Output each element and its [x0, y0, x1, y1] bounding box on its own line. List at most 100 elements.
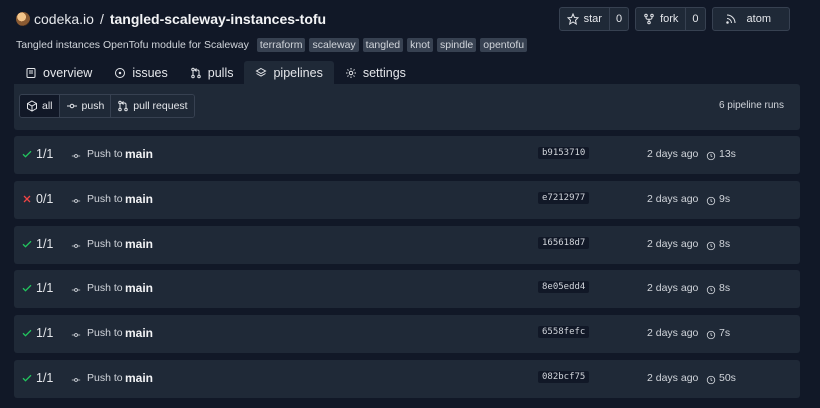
workflow-ratio: 0/1	[36, 192, 54, 206]
branch-name[interactable]: main	[125, 326, 153, 340]
book-icon	[25, 67, 37, 79]
workflow-ratio: 1/1	[36, 326, 54, 340]
topic-tag[interactable]: scaleway	[309, 38, 359, 52]
git-pull-request-icon	[190, 67, 202, 79]
repo-description: Tangled instances OpenTofu module for Sc…	[16, 37, 531, 53]
trigger-text: Push to	[87, 282, 123, 294]
pipeline-row[interactable]: 1/1 Push to main 082bcf75 2 days ago 50s	[14, 360, 800, 398]
run-duration: 50s	[719, 372, 736, 384]
git-commit-icon	[71, 239, 81, 249]
layers-icon	[255, 67, 268, 79]
run-timestamp: 2 days ago	[647, 372, 699, 384]
clock-icon	[706, 194, 716, 206]
branch-name[interactable]: main	[125, 281, 153, 295]
git-fork-icon	[643, 13, 655, 25]
pipeline-filter-bar: all push pull request 6 pipeline runs	[14, 84, 800, 130]
tab-pulls[interactable]: pulls	[179, 61, 245, 85]
topic-tag[interactable]: spindle	[436, 38, 477, 52]
clock-icon	[706, 373, 716, 385]
rss-icon	[725, 13, 737, 25]
tab-settings[interactable]: settings	[334, 61, 417, 85]
path-separator: /	[99, 11, 104, 27]
trigger-text: Push to	[87, 327, 123, 339]
topic-tag[interactable]: opentofu	[480, 38, 528, 52]
branch-name[interactable]: main	[125, 192, 153, 206]
pipeline-row[interactable]: 1/1 Push to main 6558fefc 2 days ago 7s	[14, 315, 800, 353]
check-icon	[21, 238, 33, 250]
trigger-text: Push to	[87, 193, 123, 205]
pipeline-row[interactable]: 0/1 Push to main e7212977 2 days ago 9s	[14, 181, 800, 219]
tab-label: pipelines	[273, 66, 323, 80]
trigger-text: Push to	[87, 372, 123, 384]
fork-button[interactable]: fork 0	[635, 7, 706, 31]
git-commit-icon	[66, 100, 78, 112]
topic-tag[interactable]: tangled	[362, 38, 404, 52]
workflow-ratio: 1/1	[36, 237, 54, 251]
git-commit-icon	[71, 149, 81, 159]
topic-tag[interactable]: knot	[407, 38, 433, 52]
workflow-ratio: 1/1	[36, 281, 54, 295]
commit-sha[interactable]: b9153710	[538, 147, 590, 159]
pipeline-run-count: 6 pipeline runs	[718, 100, 784, 111]
run-duration: 8s	[719, 238, 731, 250]
pipeline-row[interactable]: 1/1 Push to main 165618d7 2 days ago 8s	[14, 226, 800, 264]
run-timestamp: 2 days ago	[647, 148, 699, 160]
run-timestamp: 2 days ago	[647, 327, 699, 339]
run-duration: 9s	[719, 193, 731, 205]
filter-all[interactable]: all	[20, 95, 59, 117]
star-icon	[566, 13, 579, 25]
branch-name[interactable]: main	[125, 147, 153, 161]
git-pull-request-icon	[117, 100, 129, 112]
run-timestamp: 2 days ago	[647, 238, 699, 250]
clock-icon	[706, 328, 716, 340]
star-count: 0	[608, 8, 628, 30]
clock-icon	[706, 239, 716, 251]
check-icon	[21, 282, 33, 294]
filter-pull-request[interactable]: pull request	[110, 95, 194, 117]
atom-label: atom	[746, 13, 771, 25]
commit-sha[interactable]: 6558fefc	[538, 326, 590, 338]
check-icon	[21, 148, 33, 160]
commit-sha[interactable]: 8e05edd4	[538, 281, 590, 293]
pipeline-row[interactable]: 1/1 Push to main b9153710 2 days ago 13s	[14, 136, 800, 174]
owner-avatar[interactable]	[16, 12, 30, 26]
trigger-text: Push to	[87, 148, 123, 160]
atom-feed-button[interactable]: atom	[711, 7, 790, 31]
star-button[interactable]: star 0	[558, 7, 630, 31]
branch-name[interactable]: main	[125, 237, 153, 251]
run-duration: 8s	[719, 282, 731, 294]
git-commit-icon	[71, 328, 81, 338]
run-duration: 13s	[719, 148, 736, 160]
x-icon	[21, 193, 33, 205]
topic-tag[interactable]: terraform	[256, 38, 306, 52]
tab-issues[interactable]: issues	[103, 61, 178, 85]
workflow-ratio: 1/1	[36, 147, 54, 161]
tab-label: overview	[43, 66, 93, 80]
commit-sha[interactable]: 165618d7	[538, 237, 590, 249]
repo-header: codeka.io / tangled-scaleway-instances-t…	[16, 7, 790, 31]
commit-sha[interactable]: e7212977	[538, 192, 590, 204]
tab-label: issues	[132, 66, 168, 80]
filter-push[interactable]: push	[58, 95, 111, 117]
tab-pipelines[interactable]: pipelines	[244, 61, 334, 85]
tab-overview[interactable]: overview	[14, 61, 103, 85]
circle-dot-icon	[114, 67, 126, 79]
tab-label: settings	[362, 66, 406, 80]
check-icon	[21, 372, 33, 384]
run-duration: 7s	[719, 327, 731, 339]
owner-link[interactable]: codeka.io	[34, 11, 94, 27]
commit-sha[interactable]: 082bcf75	[538, 371, 590, 383]
branch-name[interactable]: main	[125, 371, 153, 385]
git-commit-icon	[71, 373, 81, 383]
repo-name-link[interactable]: tangled-scaleway-instances-tofu	[110, 11, 326, 27]
filter-label: all	[42, 100, 53, 112]
trigger-text: Push to	[87, 238, 123, 250]
fork-label: fork	[660, 13, 679, 25]
fork-count: 0	[685, 8, 704, 30]
gear-icon	[345, 67, 357, 79]
repo-actions: star 0 fork 0 atom	[558, 7, 790, 31]
filter-label: pull request	[133, 100, 188, 112]
description-text: Tangled instances OpenTofu module for Sc…	[16, 39, 249, 51]
pipeline-row[interactable]: 1/1 Push to main 8e05edd4 2 days ago 8s	[14, 270, 800, 308]
filter-group: all push pull request	[19, 94, 195, 118]
